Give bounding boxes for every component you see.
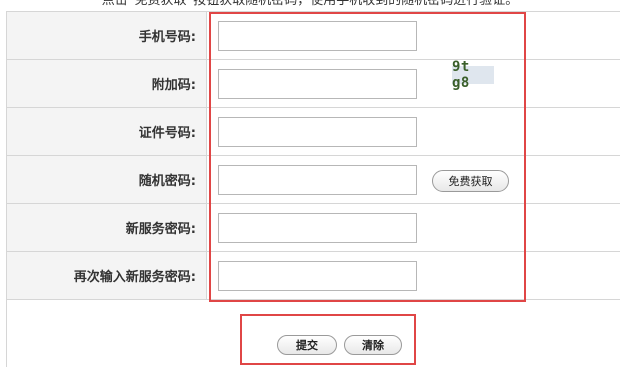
new-password-label: 新服务密码: <box>7 204 207 251</box>
get-code-button[interactable]: 免费获取 <box>432 170 509 192</box>
id-number-label: 证件号码: <box>7 108 207 155</box>
confirm-password-label: 再次输入新服务密码: <box>7 252 207 299</box>
id-number-input[interactable] <box>218 116 417 147</box>
form-row-random-password: 随机密码: 免费获取 <box>7 156 620 204</box>
phone-input[interactable] <box>218 20 417 51</box>
form-row-confirm-password: 再次输入新服务密码: <box>7 252 620 300</box>
captcha-image[interactable]: 9t g8 <box>452 59 494 91</box>
random-password-label: 随机密码: <box>7 156 207 203</box>
form-row-id-number: 证件号码: <box>7 108 620 156</box>
new-password-input[interactable] <box>218 212 417 243</box>
phone-label: 手机号码: <box>7 12 207 59</box>
notice-text: 点击“免费获取”按钮获取随机密码，使用手机收到的随机密码进行验证。 <box>101 0 519 8</box>
random-password-input[interactable] <box>218 164 417 195</box>
extra-code-label: 附加码: <box>7 60 207 107</box>
form-row-extra-code: 附加码: 9t g8 <box>7 59 620 108</box>
form-row-new-password: 新服务密码: <box>7 204 620 252</box>
clear-button[interactable]: 清除 <box>344 335 402 355</box>
confirm-password-input[interactable] <box>218 260 417 291</box>
form-row-phone: 手机号码: <box>7 12 620 60</box>
extra-code-input[interactable] <box>218 68 417 99</box>
submit-button[interactable]: 提交 <box>277 335 337 355</box>
